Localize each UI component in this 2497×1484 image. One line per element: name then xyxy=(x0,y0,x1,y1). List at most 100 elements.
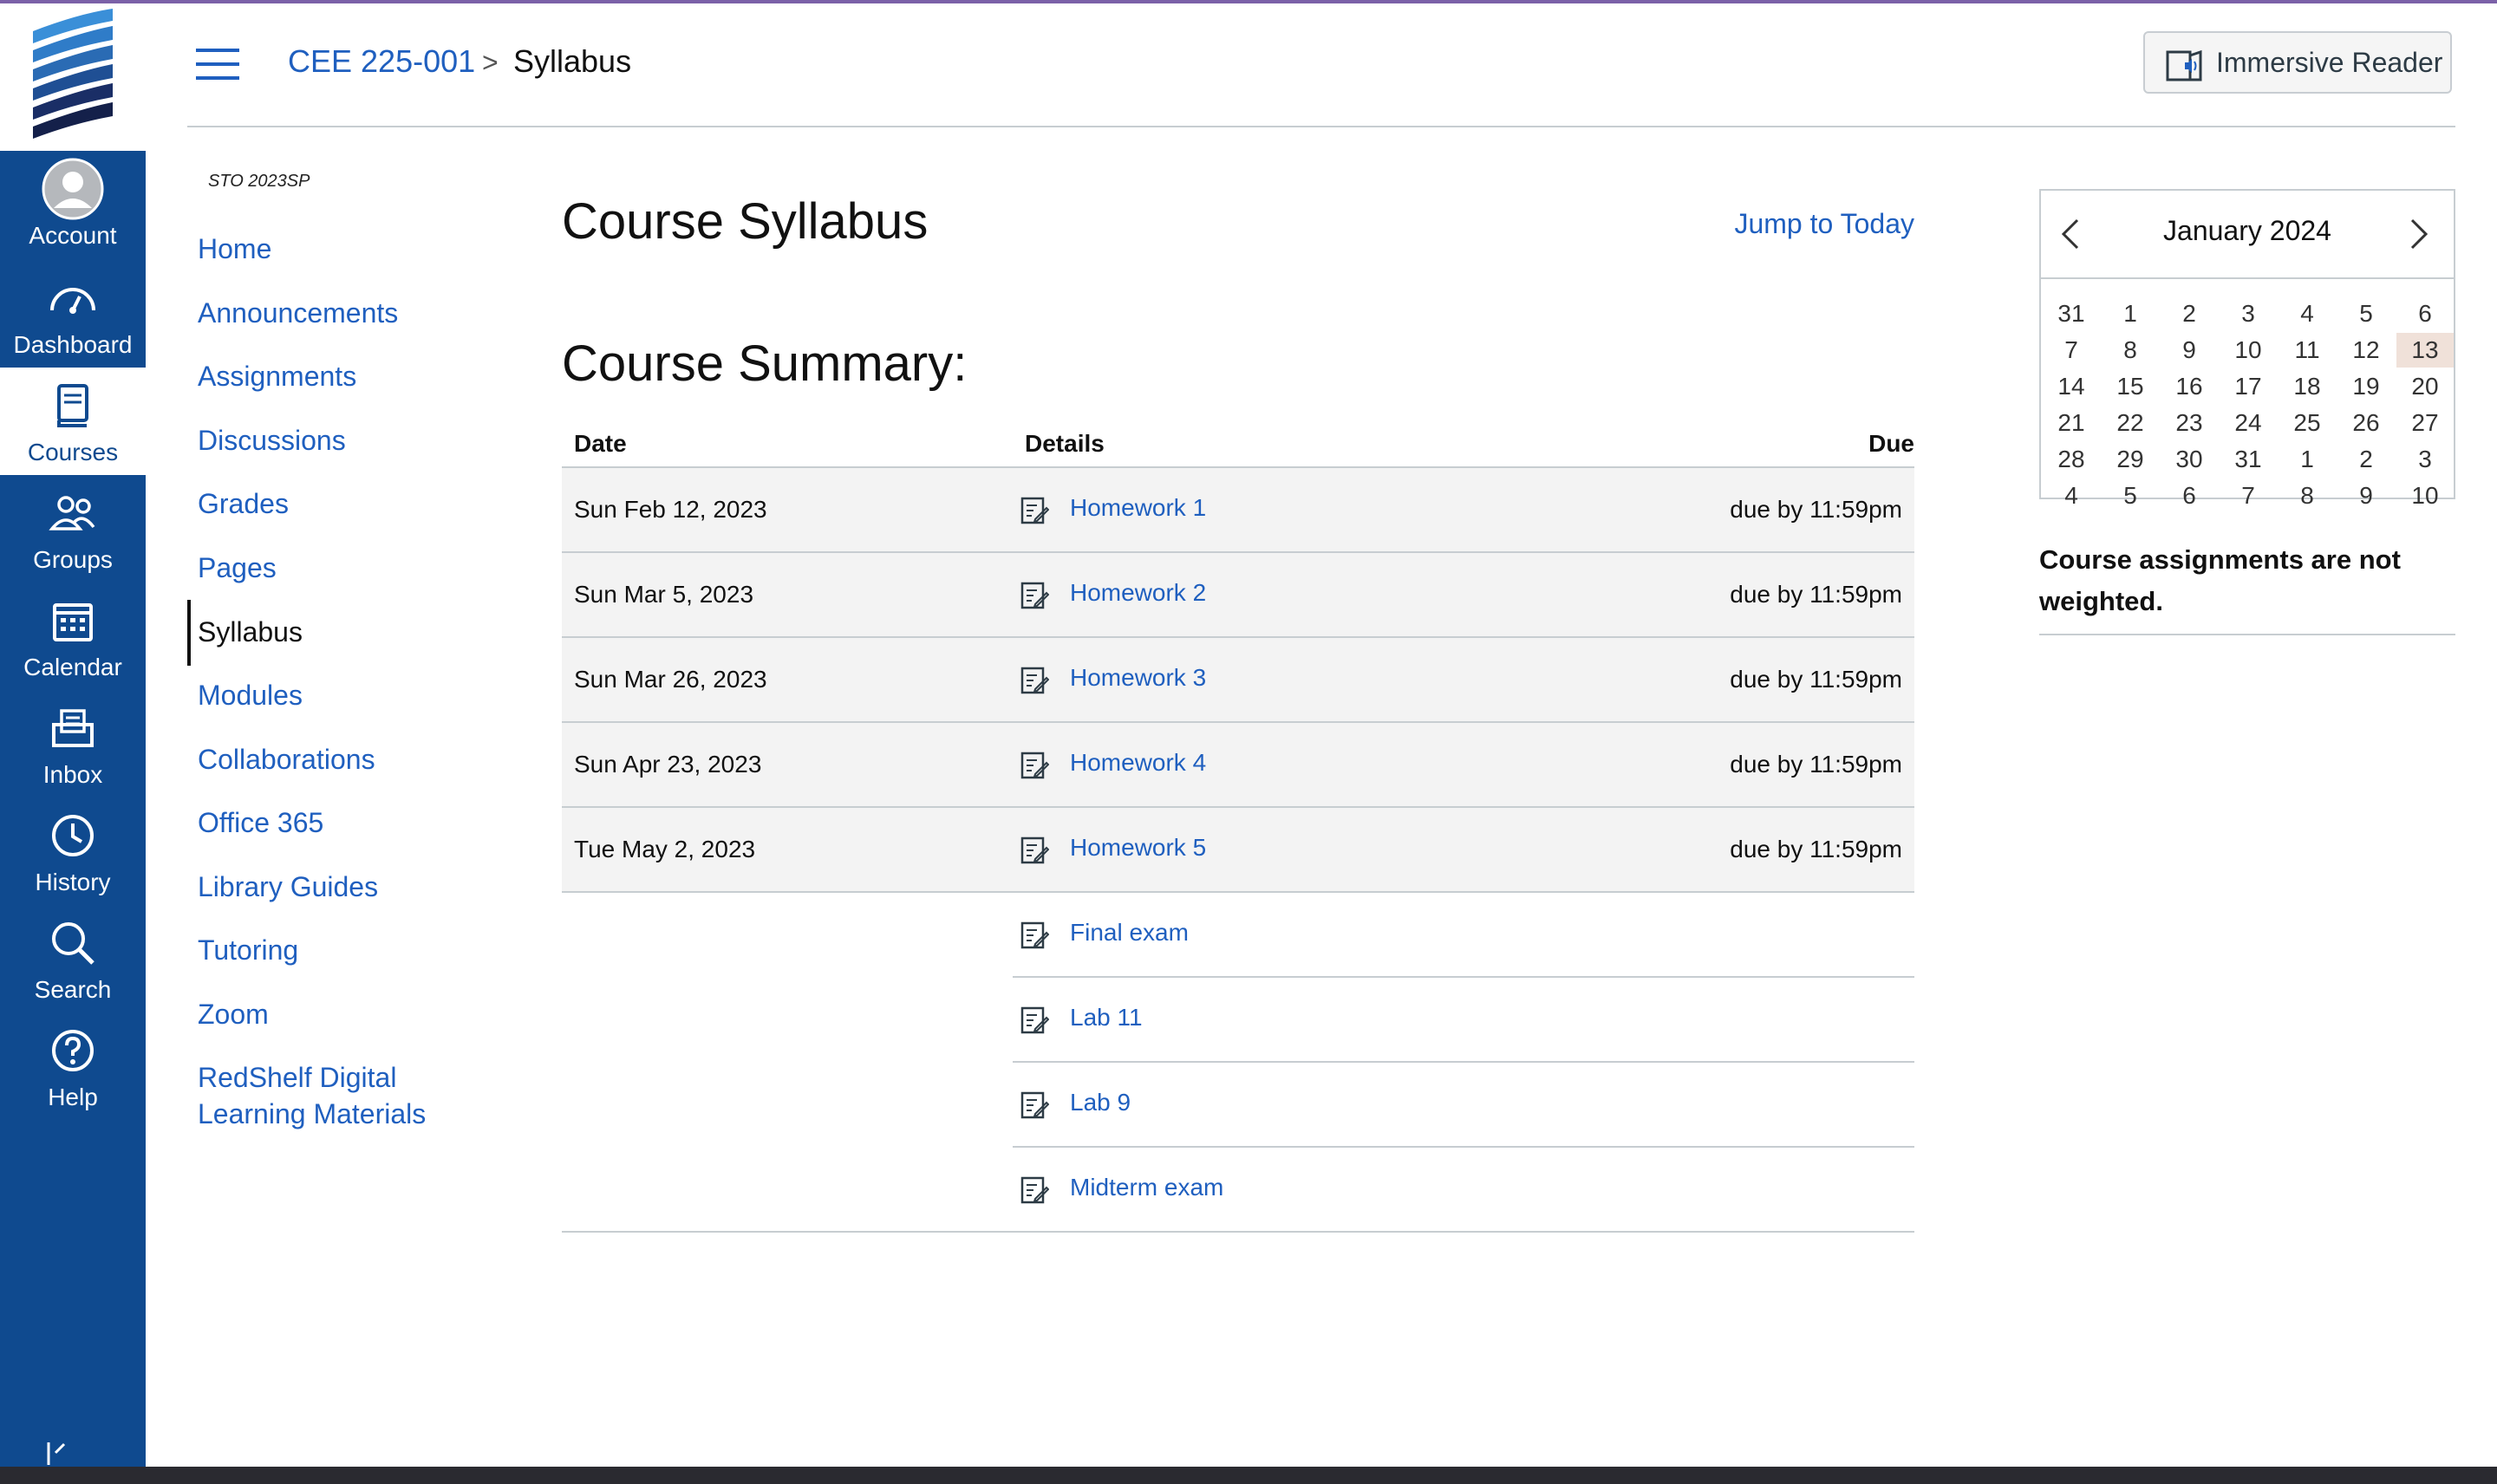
calendar-month-label: January 2024 xyxy=(2163,215,2331,246)
calendar-day[interactable]: 5 xyxy=(2337,296,2395,331)
course-nav-tutoring[interactable]: Tutoring xyxy=(198,932,298,968)
calendar-day[interactable]: 16 xyxy=(2161,369,2218,404)
nav-history-label: History xyxy=(35,869,111,895)
row-divider xyxy=(562,1231,1914,1233)
calendar-day[interactable]: 7 xyxy=(2043,333,2100,368)
assignment-icon xyxy=(1020,836,1049,864)
calendar-day[interactable]: 23 xyxy=(2161,406,2218,440)
assignment-link[interactable]: Midterm exam xyxy=(1070,1174,1223,1201)
course-nav-grades[interactable]: Grades xyxy=(198,485,289,522)
assignment-link[interactable]: Homework 2 xyxy=(1070,579,1206,607)
assignment-link[interactable]: Homework 5 xyxy=(1070,834,1206,862)
calendar-day[interactable]: 10 xyxy=(2220,333,2277,368)
row-due: due by 11:59pm xyxy=(1730,666,1902,693)
calendar-day[interactable]: 1 xyxy=(2279,442,2336,477)
course-nav-home[interactable]: Home xyxy=(198,231,271,267)
course-nav-announcements[interactable]: Announcements xyxy=(198,295,398,331)
course-nav-assignments[interactable]: Assignments xyxy=(198,358,356,394)
assignment-icon xyxy=(1020,1091,1049,1119)
calendar-day[interactable]: 2 xyxy=(2161,296,2218,331)
calendar-day[interactable]: 29 xyxy=(2102,442,2159,477)
groups-people-icon xyxy=(0,487,146,539)
calendar-day[interactable]: 4 xyxy=(2279,296,2336,331)
calendar-day[interactable]: 25 xyxy=(2279,406,2336,440)
calendar-day[interactable]: 14 xyxy=(2043,369,2100,404)
course-nav-zoom[interactable]: Zoom xyxy=(198,996,269,1032)
calendar-day[interactable]: 24 xyxy=(2220,406,2277,440)
assignment-link[interactable]: Homework 4 xyxy=(1070,749,1206,777)
nav-dashboard[interactable]: Dashboard xyxy=(0,260,146,368)
immersive-reader-button[interactable]: Immersive Reader xyxy=(2143,31,2452,94)
assignment-icon xyxy=(1020,582,1049,609)
course-nav-office-365[interactable]: Office 365 xyxy=(198,804,323,841)
history-clock-icon xyxy=(0,810,146,862)
table-row: Sun Feb 12, 2023 Homework 1 due by 11:59… xyxy=(562,468,1914,553)
nav-inbox[interactable]: Inbox xyxy=(0,690,146,797)
breadcrumb-course-link[interactable]: CEE 225-001 xyxy=(288,43,475,80)
calendar-day[interactable]: 2 xyxy=(2337,442,2395,477)
calendar-day[interactable]: 11 xyxy=(2279,333,2336,368)
nav-search[interactable]: Search xyxy=(0,905,146,1012)
calendar-day[interactable]: 8 xyxy=(2279,478,2336,513)
calendar-day[interactable]: 31 xyxy=(2043,296,2100,331)
calendar-day[interactable]: 28 xyxy=(2043,442,2100,477)
calendar-day[interactable]: 27 xyxy=(2396,406,2454,440)
calendar-day[interactable]: 3 xyxy=(2396,442,2454,477)
calendar-day[interactable]: 19 xyxy=(2337,369,2395,404)
nav-courses-label: Courses xyxy=(27,439,119,465)
course-nav-modules[interactable]: Modules xyxy=(198,677,303,713)
calendar-next-month-icon[interactable] xyxy=(2409,217,2429,251)
calendar-day[interactable]: 7 xyxy=(2220,478,2277,513)
course-nav-redshelf[interactable]: RedShelf Digital Learning Materials xyxy=(198,1059,458,1132)
calendar-day[interactable]: 10 xyxy=(2396,478,2454,513)
jump-to-today-link[interactable]: Jump to Today xyxy=(1734,208,1914,240)
assignment-link[interactable]: Lab 9 xyxy=(1070,1089,1131,1116)
global-nav: Account Dashboard Courses Groups Calenda… xyxy=(0,3,146,1467)
table-row: Sun Mar 5, 2023 Homework 2 due by 11:59p… xyxy=(562,553,1914,638)
course-nav-library-guides[interactable]: Library Guides xyxy=(198,869,378,905)
calendar-day[interactable]: 20 xyxy=(2396,369,2454,404)
nav-account[interactable]: Account xyxy=(0,151,146,258)
course-nav-discussions[interactable]: Discussions xyxy=(198,422,346,459)
course-nav-collaborations[interactable]: Collaborations xyxy=(198,741,375,778)
assignment-link[interactable]: Homework 1 xyxy=(1070,494,1206,522)
nav-calendar[interactable]: Calendar xyxy=(0,583,146,690)
nav-help[interactable]: Help xyxy=(0,1012,146,1120)
nav-courses[interactable]: Courses xyxy=(0,368,146,475)
calendar-day[interactable]: 31 xyxy=(2220,442,2277,477)
course-nav-syllabus[interactable]: Syllabus xyxy=(198,614,303,650)
calendar-day[interactable]: 21 xyxy=(2043,406,2100,440)
calendar-day[interactable]: 9 xyxy=(2161,333,2218,368)
table-row: Final exam xyxy=(562,893,1914,978)
calendar-day[interactable]: 30 xyxy=(2161,442,2218,477)
course-nav-pages[interactable]: Pages xyxy=(198,550,277,586)
immersive-reader-icon xyxy=(2166,49,2202,81)
table-row: Lab 9 xyxy=(562,1063,1914,1148)
calendar-day[interactable]: 5 xyxy=(2102,478,2159,513)
assignment-link[interactable]: Final exam xyxy=(1070,919,1189,947)
calendar-day[interactable]: 17 xyxy=(2220,369,2277,404)
calendar-day[interactable]: 4 xyxy=(2043,478,2100,513)
calendar-day[interactable]: 12 xyxy=(2337,333,2395,368)
calendar-day[interactable]: 6 xyxy=(2396,296,2454,331)
nav-history[interactable]: History xyxy=(0,797,146,905)
search-icon xyxy=(0,917,146,969)
calendar-day[interactable]: 13 xyxy=(2396,333,2454,368)
calendar-day[interactable]: 1 xyxy=(2102,296,2159,331)
calendar-day[interactable]: 9 xyxy=(2337,478,2395,513)
calendar-day[interactable]: 22 xyxy=(2102,406,2159,440)
calendar-day[interactable]: 8 xyxy=(2102,333,2159,368)
course-menu-toggle-icon[interactable] xyxy=(196,49,239,80)
calendar-day[interactable]: 3 xyxy=(2220,296,2277,331)
assignment-weight-note: Course assignments are not weighted. xyxy=(2039,544,2401,616)
calendar-day[interactable]: 6 xyxy=(2161,478,2218,513)
immersive-reader-label: Immersive Reader xyxy=(2216,47,2443,78)
logo-icon xyxy=(33,9,113,139)
nav-groups[interactable]: Groups xyxy=(0,475,146,583)
calendar-day[interactable]: 18 xyxy=(2279,369,2336,404)
calendar-day[interactable]: 15 xyxy=(2102,369,2159,404)
assignment-link[interactable]: Lab 11 xyxy=(1070,1004,1143,1032)
assignment-link[interactable]: Homework 3 xyxy=(1070,664,1206,692)
institution-logo[interactable] xyxy=(0,3,146,151)
calendar-day[interactable]: 26 xyxy=(2337,406,2395,440)
